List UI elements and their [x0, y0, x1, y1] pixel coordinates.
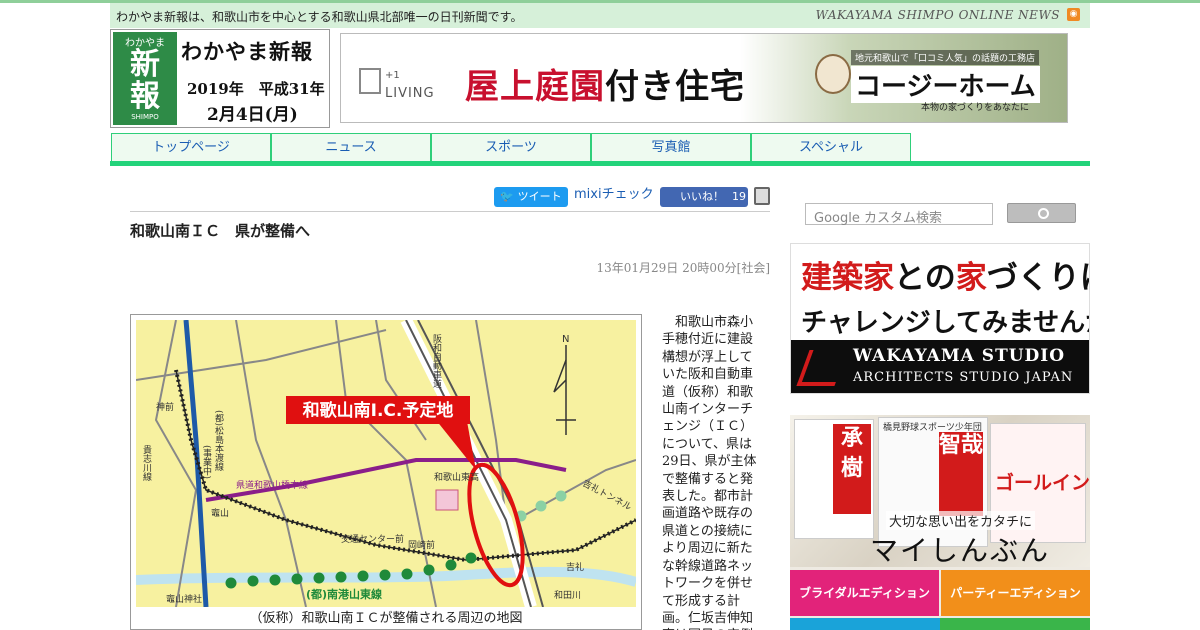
banner-headline: 屋上庭園付き住宅 [465, 59, 745, 108]
paper-3-headline: ゴールイン [995, 472, 1090, 494]
company-name: コージーホーム [851, 66, 1040, 103]
dog-mascot-icon [815, 54, 851, 94]
article-figure: 和歌山南I.C.予定地 N 阪和自動車道 神前 貴志川線 (都)松島本渡線 (事… [130, 314, 642, 630]
bridal-edition-button[interactable]: ブライダルエディション [790, 570, 939, 616]
date-day: 2月4日(月) [207, 105, 298, 125]
site-name[interactable]: WAKAYAMA SHIMPO ONLINE NEWS [816, 8, 1060, 22]
paper-1: 承樹 [794, 419, 874, 539]
company-motto: 本物の家づくりをあなたに [921, 103, 1030, 113]
expressway-label: 阪和自動車道 [431, 334, 442, 389]
mixi-check-button[interactable]: mixiチェック [574, 187, 654, 203]
top-info-bar: わかやま新報は、和歌山市を中心とする和歌山県北部唯一の日刊新聞です。 WAKAY… [110, 3, 1090, 28]
label-kotsu: 交通センター前 [341, 533, 404, 545]
paper-1-headline: 承樹 [833, 424, 871, 514]
twitter-icon: 🐦 [500, 190, 515, 203]
ad1-text-a: との [894, 260, 956, 296]
date-year: 2019年 平成31年 [187, 80, 325, 98]
article-divider [130, 211, 770, 212]
ad2-brand: マイしんぶん [870, 534, 1051, 567]
rss-icon[interactable]: ◉ [1067, 8, 1080, 21]
article-body: 和歌山市森小手穂付近に建設構想が浮上していた阪和自動車道（仮称）和歌山南インター… [662, 315, 757, 630]
nav-underline [110, 161, 1090, 166]
article-title: 和歌山南ＩＣ 県が整備へ [130, 222, 311, 240]
living-logo: +1 LIVING [359, 56, 449, 106]
label-higashi: 和歌山東高 [434, 471, 479, 483]
living-plus: +1 [385, 70, 400, 81]
architect-studio-ad[interactable]: 建築家との家づくりに チャレンジしてみませんか? WAKAYAMA STUDIO… [790, 243, 1090, 394]
map-highlight-label: 和歌山南I.C.予定地 [303, 400, 454, 421]
ad1-studio: WAKAYAMA STUDIO [853, 346, 1066, 366]
area-map[interactable]: 和歌山南I.C.予定地 N 阪和自動車道 神前 貴志川線 (都)松島本渡線 (事… [136, 320, 636, 607]
tweet-button[interactable]: 🐦 ツイート [494, 187, 568, 207]
paper-2-headline: 智哉 [939, 432, 983, 516]
like-label: いいね！ [680, 190, 724, 203]
tab-news[interactable]: ニュース [271, 133, 431, 161]
tab-top[interactable]: トップページ [111, 133, 271, 161]
logo-mark-text: 新報 [130, 47, 160, 114]
newspaper-collage: 承樹 橋見野球スポーツ少年団 智哉 ゴールイン 大切な思い出をカタチに マイしん… [790, 415, 1090, 567]
ad2-catchphrase: 大切な思い出をカタチに [886, 511, 1036, 530]
label-matsushima: (都)松島本渡線 [213, 410, 224, 471]
article-meta: 13年01月29日 20時00分[社会] [596, 261, 770, 275]
ad1-subline: チャレンジしてみませんか? [801, 308, 1089, 338]
ad1-red1: 建築家 [801, 260, 894, 296]
headline-black: 付き住宅 [605, 67, 745, 107]
search-button[interactable] [1007, 203, 1076, 223]
party-edition-button[interactable]: パーティーエディション [941, 570, 1090, 616]
label-jinzen: 神前 [156, 401, 174, 413]
label-wadagawa: 和田川 [554, 590, 581, 601]
label-kamayama: 竈山 [211, 507, 229, 519]
label-kire: 吉礼 [566, 561, 584, 573]
label-shrine: 竈山神社 [166, 593, 202, 605]
cozy-home-logo: 地元和歌山で「口コミ人気」の話題の工務店 コージーホーム 本物の家づくりをあなた… [811, 44, 1061, 114]
company-sub: 地元和歌山で「口コミ人気」の話題の工務店 [851, 50, 1040, 65]
logo-title: わかやま新報 [181, 40, 313, 64]
banner-ad[interactable]: +1 LIVING 屋上庭園付き住宅 地元和歌山で「口コミ人気」の話題の工務店 … [340, 33, 1068, 123]
site-tagline: わかやま新報は、和歌山市を中心とする和歌山県北部唯一の日刊新聞です。 [116, 10, 523, 24]
like-count: 19 [732, 190, 746, 203]
studio-logo-icon [796, 350, 848, 386]
tab-sports[interactable]: スポーツ [431, 133, 591, 161]
headline-red: 屋上庭園 [465, 67, 605, 107]
north-label: N [562, 334, 569, 345]
logo-shimpo-text: SHIMPO [131, 113, 159, 121]
ad1-red2: 家 [955, 260, 987, 296]
map-svg: 和歌山南I.C.予定地 N 阪和自動車道 神前 貴志川線 (都)松島本渡線 (事… [136, 320, 636, 607]
site-logo[interactable]: わかやま 新報 SHIMPO わかやま新報 2019年 平成31年 2月4日(月… [110, 29, 330, 128]
ad1-text-b: づくりに [986, 260, 1089, 296]
figure-caption: （仮称）和歌山南ＩＣが整備される周辺の地図 [249, 611, 523, 626]
living-text: LIVING [385, 86, 435, 101]
label-okazaki: 岡崎前 [408, 539, 435, 551]
label-kendo: 県道和歌山橋本線 [236, 479, 308, 491]
more-editions-strip[interactable] [790, 618, 1090, 630]
ad1-band: WAKAYAMA STUDIO ARCHITECTS STUDIO JAPAN [791, 340, 1089, 393]
label-kishigawa: 貴志川線 [141, 444, 152, 481]
logo-mark: わかやま 新報 SHIMPO [113, 32, 177, 125]
ad1-sub: ARCHITECTS STUDIO JAPAN [853, 370, 1074, 385]
label-nankou: (都)南港山東線 [306, 587, 382, 601]
search-input[interactable]: Google カスタム検索 [805, 203, 993, 226]
house-icon [359, 68, 381, 94]
ad1-headline: 建築家との家づくりに [801, 252, 1089, 297]
like-button[interactable]: いいね！ 19 [660, 187, 748, 207]
label-jisaku: (事業中) [201, 445, 212, 479]
tab-photo[interactable]: 写真館 [591, 133, 751, 161]
tab-special[interactable]: スペシャル [751, 133, 911, 161]
print-icon[interactable] [754, 187, 770, 205]
main-nav: トップページ ニュース スポーツ 写真館 スペシャル [110, 133, 1090, 163]
tweet-label: ツイート [517, 190, 562, 203]
my-shinbun-ad[interactable]: 承樹 橋見野球スポーツ少年団 智哉 ゴールイン 大切な思い出をカタチに マイしん… [790, 415, 1090, 630]
